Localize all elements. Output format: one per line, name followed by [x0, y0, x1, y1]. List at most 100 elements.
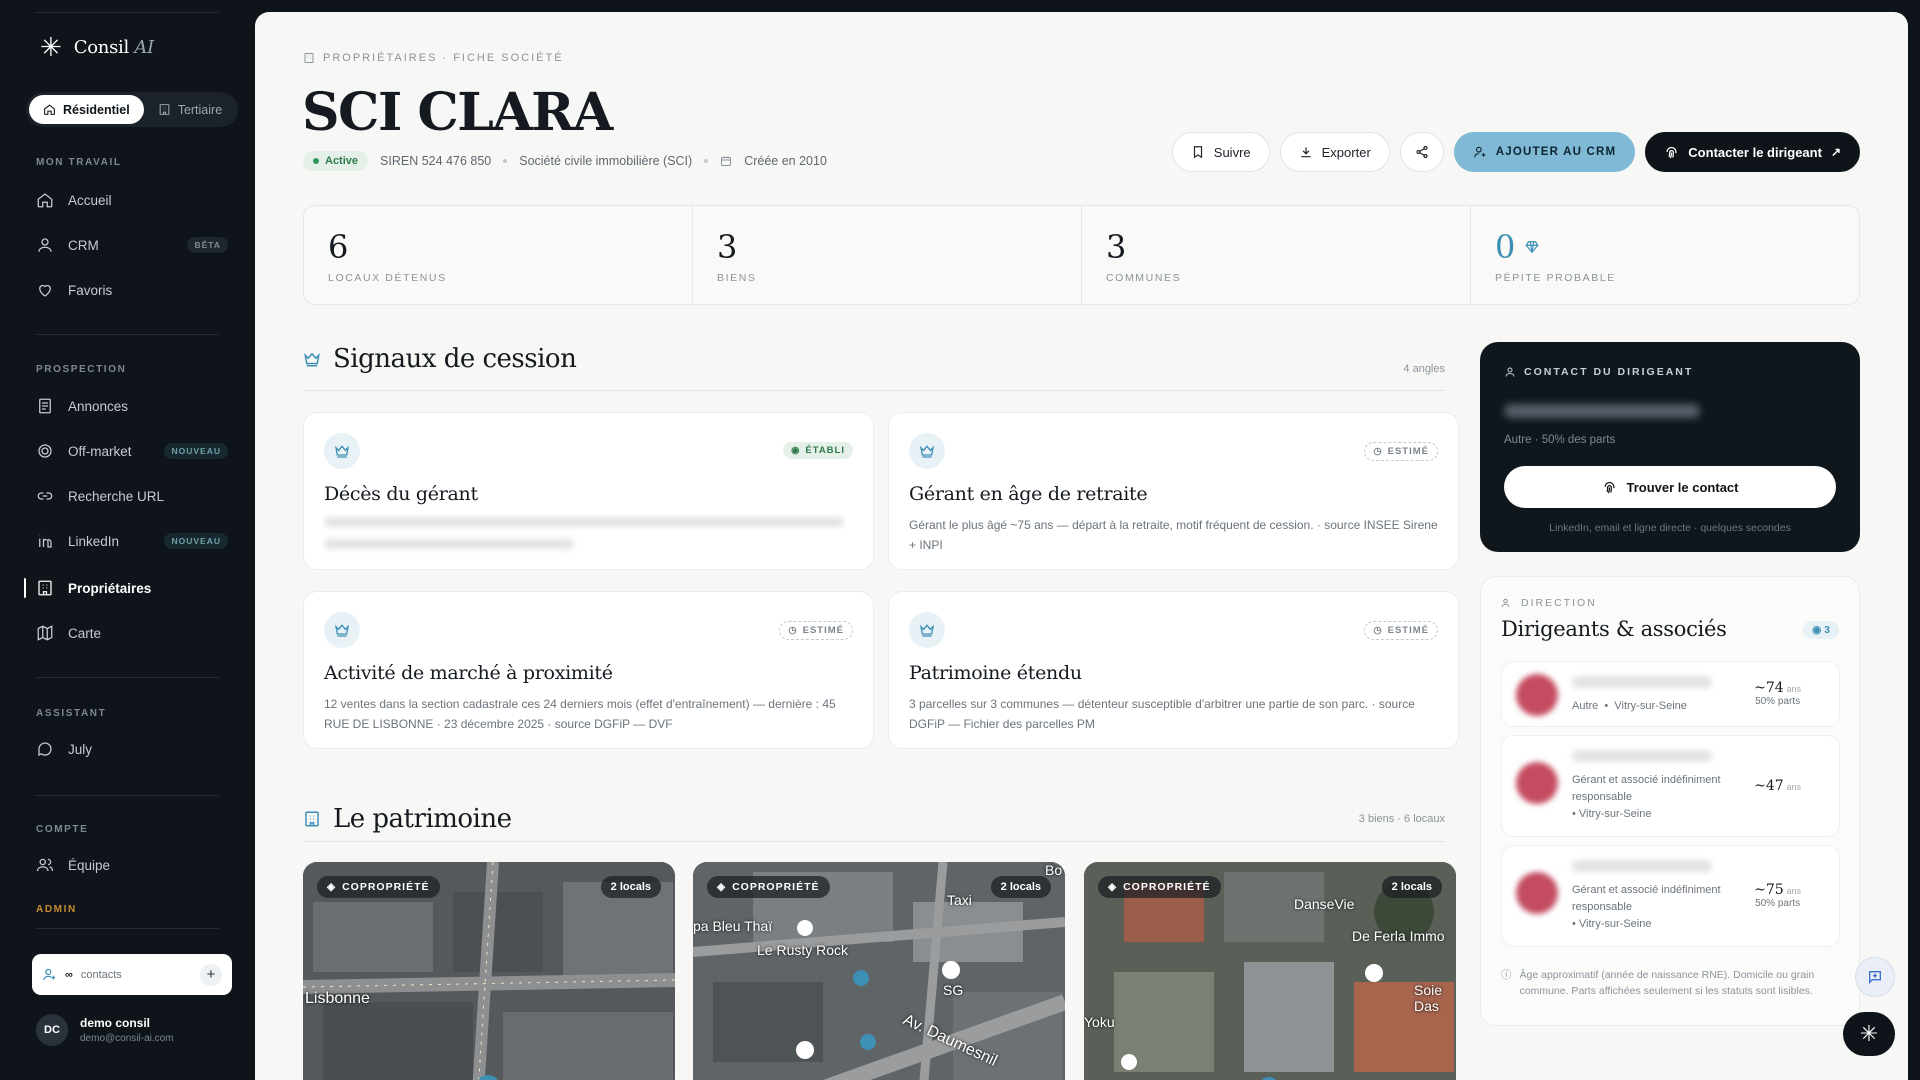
breadcrumb-text: PROPRIÉTAIRES · FICHE SOCIÉTÉ: [323, 52, 564, 64]
nav-equipe-label: Équipe: [68, 857, 111, 873]
person-role: Gérant et associé indéfiniment responsab…: [1572, 774, 1721, 803]
legal-form: Société civile immobilière (SCI): [519, 154, 693, 168]
export-label: Exporter: [1321, 144, 1371, 160]
signals-title: Signaux de cession: [333, 344, 577, 374]
avatar: [1516, 674, 1558, 716]
add-to-crm-button[interactable]: AJOUTER AU CRM: [1453, 132, 1636, 172]
confidence-label: ESTIMÉ: [1387, 625, 1429, 636]
section-admin: ADMIN: [36, 904, 77, 915]
company-meta: Active SIREN 524 476 850 Société civile …: [303, 151, 827, 171]
crown-icon: [909, 433, 945, 469]
user-email: demo@consil-ai.com: [80, 1033, 174, 1044]
contact-card-note: LinkedIn, email et ligne directe · quelq…: [1549, 522, 1791, 534]
message-icon: [1869, 971, 1881, 984]
signal-card[interactable]: ◷ ESTIMÉ Gérant en âge de retraite Gérant…: [888, 412, 1459, 570]
stat-value: 3: [1106, 228, 1127, 266]
nav-equipe[interactable]: Équipe: [36, 850, 228, 880]
confidence-tag: ◷ ESTIMÉ: [1364, 442, 1438, 461]
nav-recherche-url[interactable]: Recherche URL: [36, 481, 228, 511]
person-row[interactable]: Gérant et associé indéfiniment responsab…: [1501, 845, 1840, 947]
brand-logo[interactable]: ✳ Consil AI: [40, 34, 154, 60]
contact-manager-button[interactable]: Contacter le dirigeant ↗: [1645, 132, 1860, 172]
confidence-tag: ◷ ESTIMÉ: [1364, 621, 1438, 640]
user-icon: [38, 238, 52, 252]
nav-linkedin[interactable]: LinkedIn NOUVEAU: [36, 526, 228, 556]
segment-residential[interactable]: Résidentiel: [29, 95, 144, 124]
signal-description: Gérant le plus âgé ~75 ans — départ à la…: [909, 518, 1438, 552]
signal-card[interactable]: ◷ ESTIMÉ Patrimoine étendu 3 parcelles su…: [888, 591, 1459, 749]
clock-icon: ◷: [1373, 625, 1383, 636]
map-label: Lisbonne: [305, 990, 370, 1007]
direction-panel: DIRECTION Dirigeants & associés ◉ 3 Autr…: [1480, 576, 1860, 1026]
crown-icon: [324, 433, 360, 469]
status-badge: Active: [303, 151, 369, 171]
export-button[interactable]: Exporter: [1279, 132, 1390, 172]
map-label: Taxi: [947, 892, 972, 908]
share-button[interactable]: [1399, 132, 1444, 172]
stat-label: BIENS: [717, 272, 757, 284]
map-label: Le Rusty Rock: [757, 942, 849, 958]
nav-favoris[interactable]: Favoris: [36, 275, 228, 305]
stats-bar: 6 LOCAUX DÉTENUS 3 BIENS 3 COMMUNES 0 PÉ…: [303, 205, 1860, 305]
direction-title: Dirigeants & associés: [1501, 617, 1727, 641]
shield-icon: ◉: [791, 445, 801, 456]
avatar: DC: [36, 1014, 68, 1046]
avatar: [1516, 872, 1558, 914]
redacted-name: [1572, 676, 1712, 688]
person-age: ~75 ans 50% parts: [1754, 882, 1801, 909]
contact-card-header: CONTACT DU DIRIGEANT: [1524, 366, 1694, 378]
section-prospection: PROSPECTION: [36, 364, 127, 375]
assistant-fab[interactable]: ✳: [1843, 1012, 1895, 1056]
segment-tertiary[interactable]: Tertiaire: [144, 95, 236, 124]
signal-card[interactable]: ◉ ÉTABLI Décès du gérant: [303, 412, 874, 570]
user-add-icon: [1473, 146, 1486, 158]
person-role: Gérant et associé indéfiniment responsab…: [1572, 884, 1721, 913]
nav-proprietaires[interactable]: Propriétaires: [24, 573, 228, 603]
map-label: De Ferla Immo: [1352, 928, 1445, 944]
segment-switch: Résidentiel Tertiaire: [26, 92, 238, 127]
segment-residential-label: Résidentiel: [63, 102, 130, 117]
layers-icon: ◈: [717, 881, 727, 893]
redacted-text: [324, 517, 844, 527]
direction-header: DIRECTION: [1521, 597, 1597, 609]
layers-icon: ◈: [327, 881, 337, 893]
nav-offmarket[interactable]: Off-market NOUVEAU: [36, 436, 228, 466]
person-row[interactable]: Gérant et associé indéfiniment responsab…: [1501, 735, 1840, 837]
property-card[interactable]: ◈ COPROPRIÉTÉ 2 locals pa Bleu Thaï Le Ru…: [693, 862, 1065, 1080]
map-label: DanseVie: [1294, 896, 1355, 912]
user-profile[interactable]: DC demo consil demo@consil-ai.com: [36, 1014, 174, 1046]
person-age: ~47 ans: [1754, 778, 1801, 794]
nav-annonces[interactable]: Annonces: [36, 391, 228, 421]
nav-crm[interactable]: CRM BÊTA: [36, 230, 228, 260]
property-card[interactable]: ◈ COPROPRIÉTÉ 2 locals Lisbonne: [303, 862, 675, 1080]
main-panel: PROPRIÉTAIRES · FICHE SOCIÉTÉ SCI CLARA …: [255, 12, 1908, 1080]
segment-tertiary-label: Tertiaire: [177, 102, 223, 117]
nav-july[interactable]: July: [36, 734, 228, 764]
property-card[interactable]: ◈ COPROPRIÉTÉ 2 locals DanseVie De Ferla …: [1084, 862, 1456, 1080]
property-type: COPROPRIÉTÉ: [342, 881, 430, 893]
stat-label: LOCAUX DÉTENUS: [328, 272, 447, 284]
nav-accueil-label: Accueil: [68, 192, 112, 208]
info-icon: ⓘ: [1501, 969, 1512, 981]
map-label: SG: [943, 982, 964, 998]
follow-button[interactable]: Suivre: [1171, 132, 1270, 172]
signal-title: Décès du gérant: [324, 483, 478, 505]
nav-carte[interactable]: Carte: [36, 618, 228, 648]
contacts-widget[interactable]: ∞ contacts +: [32, 954, 232, 995]
linkedin-icon: [39, 535, 52, 548]
clock-icon: ◷: [788, 625, 798, 636]
property-type: COPROPRIÉTÉ: [1123, 881, 1211, 893]
signal-card[interactable]: ◷ ESTIMÉ Activité de marché à proximité 1…: [303, 591, 874, 749]
breadcrumb: PROPRIÉTAIRES · FICHE SOCIÉTÉ: [303, 52, 564, 64]
nav-accueil[interactable]: Accueil: [36, 185, 228, 215]
chat-fab[interactable]: [1855, 957, 1895, 997]
person-row[interactable]: Autre • Vitry-sur-Seine ~74 ans 50% parts: [1501, 661, 1840, 727]
stat-communes: 3 COMMUNES: [1082, 206, 1471, 304]
add-contact-button[interactable]: +: [200, 963, 222, 986]
person-role-city: Gérant et associé indéfiniment responsab…: [1572, 774, 1721, 820]
contact-manager-label: Contacter le dirigeant: [1688, 144, 1822, 160]
signal-title: Gérant en âge de retraite: [909, 483, 1148, 505]
nav-recherche-label: Recherche URL: [68, 488, 165, 504]
find-contact-button[interactable]: Trouver le contact: [1504, 466, 1836, 508]
stat-label: PÉPITE PROBABLE: [1495, 272, 1616, 284]
